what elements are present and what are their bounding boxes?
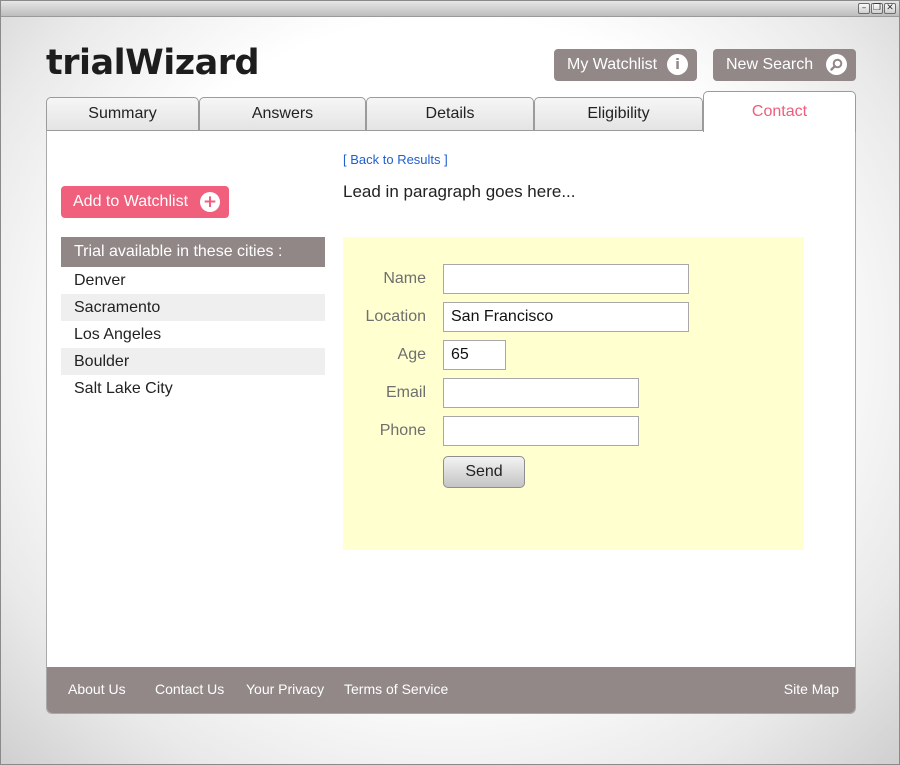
back-to-results-link[interactable]: [ Back to Results ] xyxy=(343,152,448,167)
info-icon: i xyxy=(667,54,688,75)
age-input[interactable] xyxy=(443,340,506,370)
age-row: Age xyxy=(343,340,427,370)
cities-list: Trial available in these cities : Denver… xyxy=(61,237,325,402)
tab-eligibility[interactable]: Eligibility xyxy=(534,97,703,131)
tab-details[interactable]: Details xyxy=(366,97,534,131)
close-icon[interactable]: ✕ xyxy=(884,3,896,14)
add-to-watchlist-button[interactable]: Add to Watchlist + xyxy=(61,186,229,218)
send-button[interactable]: Send xyxy=(443,456,525,488)
list-item: Los Angeles xyxy=(74,325,162,343)
search-icon xyxy=(826,54,847,75)
cities-heading: Trial available in these cities : xyxy=(61,237,325,267)
add-to-watchlist-label: Add to Watchlist xyxy=(73,193,189,210)
email-row: Email xyxy=(343,378,427,408)
my-watchlist-label: My Watchlist xyxy=(567,56,658,73)
site-logo[interactable]: trialWizard xyxy=(46,43,260,83)
location-row: Location xyxy=(343,302,427,332)
plus-circle-icon: + xyxy=(200,192,220,212)
window-titlebar: – ❐ ✕ xyxy=(1,1,899,17)
footer-privacy-link[interactable]: Your Privacy xyxy=(246,681,324,697)
footer-site-map-link[interactable]: Site Map xyxy=(784,681,839,697)
email-label: Email xyxy=(385,384,426,401)
list-item: Boulder xyxy=(61,348,325,375)
restore-icon[interactable]: ❐ xyxy=(871,3,883,14)
tab-answers[interactable]: Answers xyxy=(199,97,366,131)
email-input[interactable] xyxy=(443,378,639,408)
location-input[interactable] xyxy=(443,302,689,332)
name-label: Name xyxy=(383,270,426,287)
phone-row: Phone xyxy=(343,416,427,446)
age-label: Age xyxy=(397,346,426,363)
footer: About Us Contact Us Your Privacy Terms o… xyxy=(47,667,855,713)
footer-about-us-link[interactable]: About Us xyxy=(68,681,126,697)
new-search-button[interactable]: New Search xyxy=(713,49,856,81)
name-input[interactable] xyxy=(443,264,689,294)
new-search-label: New Search xyxy=(726,56,814,73)
phone-label: Phone xyxy=(379,422,426,439)
tab-contact[interactable]: Contact xyxy=(703,91,856,132)
my-watchlist-button[interactable]: My Watchlist i xyxy=(554,49,697,81)
minimize-icon[interactable]: – xyxy=(858,3,870,14)
list-item: Denver xyxy=(74,271,126,289)
contact-form: Name Location Age Email Phone Send xyxy=(343,237,804,550)
window-controls: – ❐ ✕ xyxy=(858,3,896,14)
list-item: Salt Lake City xyxy=(74,379,173,397)
footer-terms-link[interactable]: Terms of Service xyxy=(344,681,448,697)
location-label: Location xyxy=(365,308,427,325)
footer-contact-us-link[interactable]: Contact Us xyxy=(155,681,224,697)
content-panel: Add to Watchlist + Trial available in th… xyxy=(46,130,856,714)
lead-paragraph: Lead in paragraph goes here... xyxy=(343,182,576,201)
phone-input[interactable] xyxy=(443,416,639,446)
name-row: Name xyxy=(343,264,427,294)
list-item: Sacramento xyxy=(61,294,325,321)
tab-summary[interactable]: Summary xyxy=(46,97,199,131)
